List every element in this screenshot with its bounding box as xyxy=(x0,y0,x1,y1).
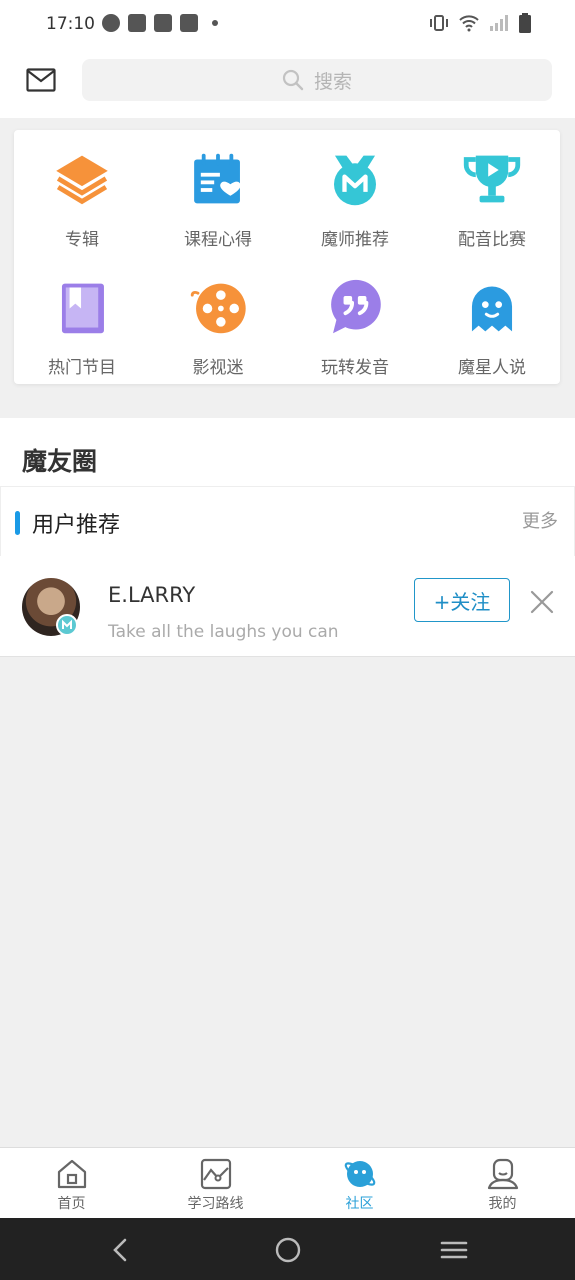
category-label: 影视迷 xyxy=(192,358,244,378)
category-movie-fans[interactable]: 影视迷 xyxy=(150,258,286,378)
status-time: 17:10 xyxy=(46,14,95,34)
category-pronunciation[interactable]: 玩转发音 xyxy=(287,258,423,378)
community-title: 魔友圈 xyxy=(22,447,98,476)
nav-label: 社区 xyxy=(345,1196,374,1212)
category-dubbing-contest[interactable]: 配音比赛 xyxy=(424,130,560,250)
category-section: 专辑 课程心得 魔师推荐 配音比赛 热门节目 影视迷 玩转发音 魔星人说 xyxy=(0,118,575,416)
search-input[interactable]: 搜索 xyxy=(82,59,552,101)
nav-community[interactable]: 社区 xyxy=(288,1148,431,1219)
community-section-header: 魔友圈 xyxy=(0,418,575,486)
nav-profile[interactable]: 我的 xyxy=(431,1148,574,1219)
trophy-icon xyxy=(463,155,521,203)
category-teacher-picks[interactable]: 魔师推荐 xyxy=(287,130,423,250)
mail-icon[interactable] xyxy=(26,68,56,92)
route-icon xyxy=(200,1158,231,1190)
quote-bubble-icon xyxy=(331,279,381,334)
search-icon xyxy=(282,69,304,91)
nav-label: 学习路线 xyxy=(187,1196,244,1212)
signal-icon xyxy=(490,15,508,31)
category-grid: 专辑 课程心得 魔师推荐 配音比赛 热门节目 影视迷 玩转发音 魔星人说 xyxy=(14,130,560,384)
category-label: 配音比赛 xyxy=(458,230,526,250)
battery-icon xyxy=(519,13,531,33)
status-bar: 17:10 xyxy=(0,0,575,48)
back-icon[interactable] xyxy=(106,1235,136,1265)
recommend-title: 用户推荐 xyxy=(32,513,121,538)
category-label: 课程心得 xyxy=(184,230,252,250)
category-label: 玩转发音 xyxy=(321,358,389,378)
status-system-icons xyxy=(429,13,531,33)
nav-learning-path[interactable]: 学习路线 xyxy=(144,1148,287,1219)
film-reel-icon xyxy=(190,283,246,334)
close-icon[interactable] xyxy=(528,588,556,616)
user-recommend-header: 用户推荐 更多 xyxy=(0,486,575,556)
bottom-navigation: 首页 学习路线 社区 我的 xyxy=(0,1147,575,1218)
wifi-icon xyxy=(459,15,479,32)
bag-icon xyxy=(154,14,172,32)
category-label: 魔师推荐 xyxy=(321,230,389,250)
home-circle-icon[interactable] xyxy=(273,1235,303,1265)
category-label: 专辑 xyxy=(65,230,99,250)
vibrate-icon xyxy=(430,15,448,31)
accent-bar xyxy=(15,511,20,535)
book-icon xyxy=(61,283,104,334)
clock-icon xyxy=(102,14,120,32)
more-link[interactable]: 更多 xyxy=(522,507,558,533)
recents-menu-icon[interactable] xyxy=(439,1235,469,1265)
category-albums[interactable]: 专辑 xyxy=(14,130,150,250)
category-hot-shows[interactable]: 热门节目 xyxy=(14,258,150,378)
category-star-talk[interactable]: 魔星人说 xyxy=(424,258,560,378)
nav-label: 我的 xyxy=(488,1196,517,1212)
bag-icon xyxy=(128,14,146,32)
planet-icon xyxy=(344,1161,375,1187)
category-label: 魔星人说 xyxy=(458,358,526,378)
bag-icon xyxy=(180,14,198,32)
ghost-icon xyxy=(471,286,513,332)
follow-button[interactable]: +关注 xyxy=(414,578,510,622)
notebook-heart-icon xyxy=(194,153,241,204)
system-navigation-bar xyxy=(0,1218,575,1280)
home-icon xyxy=(57,1159,86,1189)
recommended-user-card[interactable]: E.LARRY Take all the laughs you can +关注 xyxy=(0,556,575,657)
status-notifications xyxy=(102,14,218,32)
dot-icon xyxy=(212,20,218,26)
search-placeholder: 搜索 xyxy=(313,70,352,93)
category-course-notes[interactable]: 课程心得 xyxy=(150,130,286,250)
member-badge-icon xyxy=(56,614,78,636)
top-header: 搜索 xyxy=(0,48,575,118)
layers-icon xyxy=(56,155,108,205)
nav-home[interactable]: 首页 xyxy=(0,1148,143,1219)
user-name[interactable]: E.LARRY xyxy=(108,583,195,607)
category-label: 热门节目 xyxy=(48,358,116,378)
medal-m-icon xyxy=(334,155,376,206)
profile-icon xyxy=(487,1158,518,1190)
nav-label: 首页 xyxy=(57,1196,86,1212)
user-bio: Take all the laughs you can xyxy=(108,622,339,642)
